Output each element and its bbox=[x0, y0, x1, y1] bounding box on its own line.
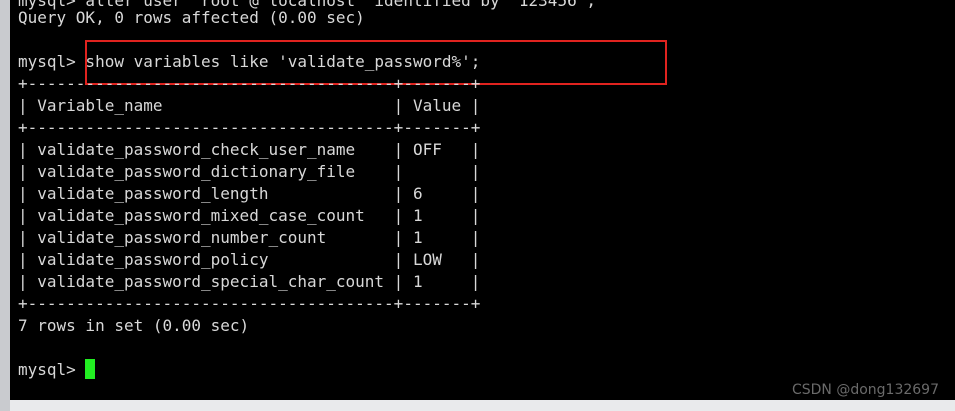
table-bottom-border: +--------------------------------------+… bbox=[18, 294, 481, 313]
command-prompt: mysql> bbox=[18, 52, 76, 71]
table-row: | validate_password_special_char_count |… bbox=[18, 272, 481, 291]
table-top-border: +--------------------------------------+… bbox=[18, 74, 481, 93]
table-row: | validate_password_mixed_case_count | 1… bbox=[18, 206, 481, 225]
table-row: | validate_password_number_count | 1 | bbox=[18, 228, 481, 247]
watermark: CSDN @dong132697 bbox=[791, 382, 939, 398]
terminal-screen[interactable]: mysql> alter user 'root'@'localhost' ide… bbox=[10, 0, 955, 400]
table-row: | validate_password_dictionary_file | | bbox=[18, 162, 481, 181]
terminal-window: mysql> alter user 'root'@'localhost' ide… bbox=[0, 0, 955, 411]
table-row: | validate_password_check_user_name | OF… bbox=[18, 140, 481, 159]
left-edge-strip bbox=[0, 0, 10, 411]
table-row: | validate_password_length | 6 | bbox=[18, 184, 481, 203]
query-ok-line: Query OK, 0 rows affected (0.00 sec) bbox=[18, 8, 365, 27]
text-cursor bbox=[85, 359, 96, 379]
table-row: | validate_password_policy | LOW | bbox=[18, 250, 481, 269]
table-mid-border: +--------------------------------------+… bbox=[18, 118, 481, 137]
table-header-row: | Variable_name | Value | bbox=[18, 96, 481, 115]
final-prompt-line[interactable]: mysql> bbox=[18, 359, 96, 381]
final-prompt: mysql> bbox=[18, 360, 86, 379]
result-line: 7 rows in set (0.00 sec) bbox=[18, 316, 250, 335]
